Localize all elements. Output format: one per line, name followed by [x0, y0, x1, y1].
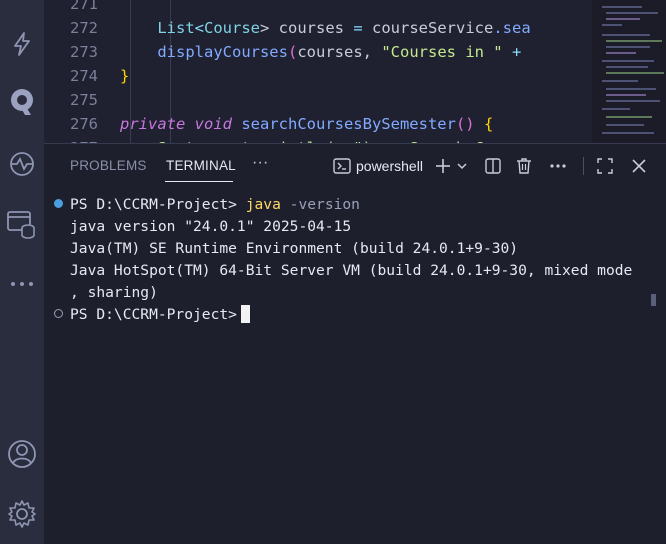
code-line[interactable]: 273 displayCourses(courses, "Courses in …	[44, 40, 604, 64]
tab-problems[interactable]: PROBLEMS	[70, 158, 147, 173]
code-text: displayCourses(courses, "Courses in " +	[120, 40, 521, 64]
panel-more-button[interactable]: ···	[252, 154, 269, 172]
chevron-down-icon[interactable]	[454, 154, 470, 178]
line-number: 275	[70, 91, 98, 109]
code-token: (	[287, 43, 298, 61]
terminal-panel: PROBLEMS TERMINAL ··· powershell PS D:\C…	[44, 143, 666, 544]
active-tab-indicator	[165, 181, 233, 182]
shell-name-label[interactable]: powershell	[356, 158, 423, 174]
terminal-line: , sharing)	[70, 284, 158, 301]
code-text: List<Course> courses = courseService.sea	[120, 16, 531, 40]
terminal-cursor	[240, 305, 250, 323]
line-number: 271	[70, 0, 98, 13]
terminal-more-icon[interactable]	[546, 154, 570, 178]
circuit-icon[interactable]	[0, 144, 44, 184]
command-success-decoration[interactable]	[54, 199, 63, 208]
code-token: displayCourses	[120, 43, 288, 61]
code-token: searchCoursesBySemester	[241, 115, 456, 133]
code-text: private void searchCoursesBySemester() {	[120, 112, 493, 136]
more-icon[interactable]	[0, 264, 44, 304]
extension-r-icon[interactable]	[0, 82, 44, 122]
line-number: 273	[70, 43, 98, 61]
code-token: courses,	[297, 43, 382, 61]
line-number: 277	[44, 136, 98, 143]
code-token: courseService	[362, 19, 494, 37]
activity-bar	[0, 0, 44, 544]
account-icon[interactable]	[0, 434, 44, 474]
code-token: > courses	[260, 19, 354, 37]
code-token: "Courses in "	[381, 43, 503, 61]
close-panel-icon[interactable]	[628, 154, 650, 178]
toolbar-divider	[581, 154, 585, 178]
code-token: =	[353, 19, 363, 37]
code-token: List	[120, 19, 195, 37]
split-terminal-icon[interactable]	[482, 154, 504, 178]
code-token: +	[502, 43, 522, 61]
code-token: {	[483, 115, 494, 133]
terminal-shell-icon[interactable]	[332, 154, 352, 178]
code-token: }	[120, 67, 130, 85]
line-number: 272	[70, 19, 98, 37]
code-token: <	[194, 19, 204, 37]
command-pending-decoration[interactable]	[54, 309, 63, 318]
line-number: 274	[70, 67, 98, 85]
terminal-line: Java HotSpot(TM) 64-Bit Server VM (build…	[70, 262, 633, 279]
code-text: System.out.println(x:")n Search Course	[120, 136, 530, 143]
tab-terminal[interactable]: TERMINAL	[166, 158, 236, 173]
code-line[interactable]: 272 List<Course> courses = courseService…	[44, 16, 604, 40]
code-line[interactable]: 276 private void searchCoursesBySemester(…	[44, 112, 604, 136]
terminal-scrollbar[interactable]	[651, 294, 656, 306]
settings-gear-icon[interactable]	[0, 494, 44, 534]
maximize-panel-icon[interactable]	[594, 154, 616, 178]
code-token: ()	[455, 115, 484, 133]
terminal-line: java version "24.0.1" 2025-04-15	[70, 218, 352, 235]
code-token: private void	[120, 115, 242, 133]
remote-database-icon[interactable]	[0, 204, 44, 244]
terminal-prompt-line: PS D:\CCRM-Project>	[70, 304, 250, 326]
terminal-line: Java(TM) SE Runtime Environment (build 2…	[70, 240, 519, 257]
terminal-line: PS D:\CCRM-Project> java -version	[70, 196, 360, 213]
code-token: Course	[204, 19, 260, 37]
trash-icon[interactable]	[513, 154, 535, 178]
panel-tab-bar: PROBLEMS TERMINAL ··· powershell	[44, 144, 666, 188]
code-line[interactable]: 275	[44, 88, 604, 112]
minimap[interactable]	[592, 0, 666, 143]
lightning-icon[interactable]	[0, 24, 44, 64]
new-terminal-plus-icon[interactable]	[432, 154, 454, 178]
code-text: }	[120, 64, 129, 88]
code-editor[interactable]: 271 272 List<Course> courses = courseServ…	[44, 0, 666, 143]
code-line[interactable]: 277 System.out.println(x:")n Search Cour…	[44, 136, 604, 143]
code-line[interactable]: 271	[44, 0, 604, 16]
code-line[interactable]: 274}	[44, 64, 604, 88]
code-token: .sea	[493, 19, 531, 37]
line-number: 276	[70, 115, 98, 133]
